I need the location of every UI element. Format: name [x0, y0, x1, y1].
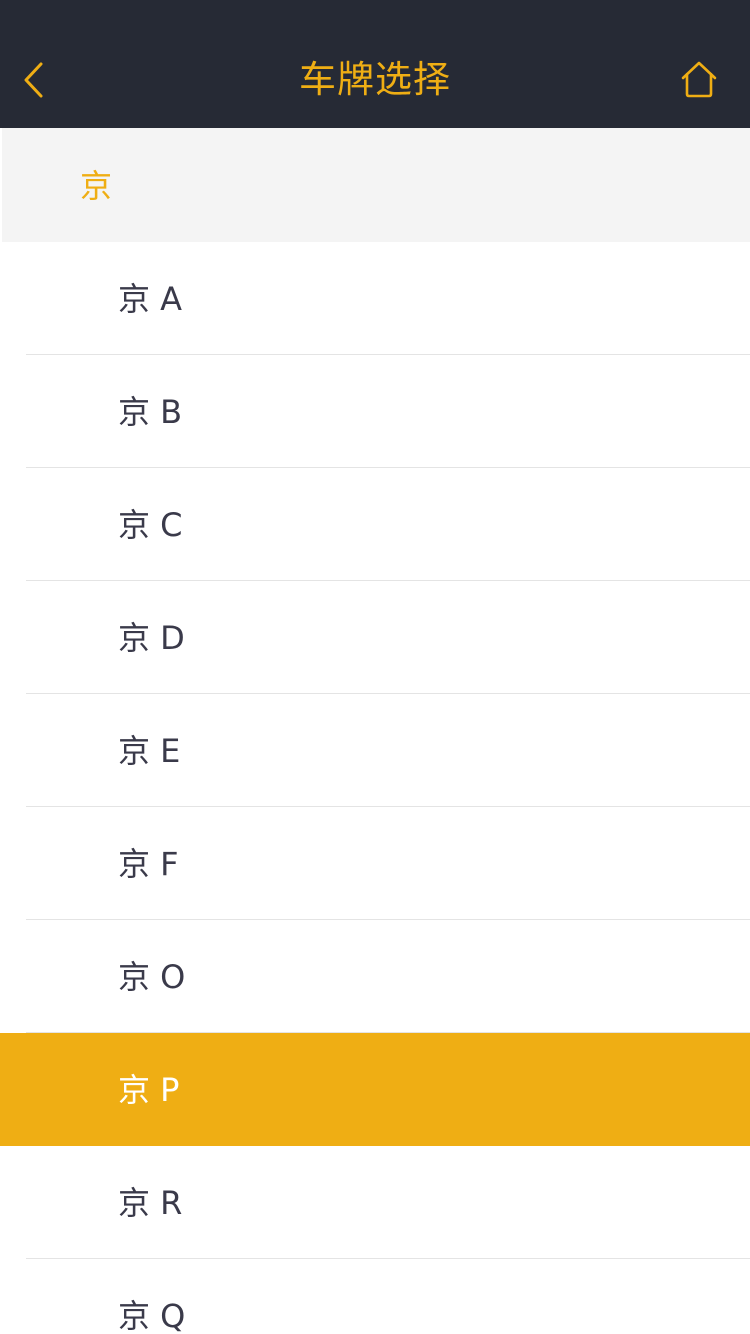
page-title: 车牌选择: [299, 58, 451, 101]
list-item[interactable]: 京 D: [0, 581, 750, 694]
province-group-header: 京: [2, 128, 750, 242]
list-item[interactable]: 京 O: [0, 920, 750, 1033]
list-item[interactable]: 京 B: [0, 355, 750, 468]
list-item-label: 京 F: [118, 844, 179, 883]
list-item[interactable]: 京 F: [0, 807, 750, 920]
list-item[interactable]: 京 R: [0, 1146, 750, 1259]
plate-selection-screen: 车牌选择 京 京 A 京 B 京 C 京 D 京 E 京 F 京 O 京 P 京…: [0, 0, 750, 1334]
home-button[interactable]: [672, 52, 726, 106]
list-item-label: 京 D: [118, 618, 185, 657]
list-item-label: 京 A: [118, 279, 183, 318]
province-group-label: 京: [80, 167, 113, 205]
list-item[interactable]: 京 A: [0, 242, 750, 355]
home-icon: [681, 61, 717, 98]
list-item-label: 京 Q: [118, 1296, 186, 1334]
list-item-label: 京 R: [118, 1183, 183, 1222]
plate-prefix-list: 京 A 京 B 京 C 京 D 京 E 京 F 京 O 京 P 京 R 京 Q: [0, 242, 750, 1334]
list-item-label: 京 E: [118, 731, 181, 770]
list-item-selected[interactable]: 京 P: [0, 1033, 750, 1146]
list-item[interactable]: 京 C: [0, 468, 750, 581]
list-item-label: 京 C: [118, 505, 183, 544]
list-item-label: 京 P: [118, 1070, 180, 1109]
list-item-label: 京 O: [118, 957, 186, 996]
list-item[interactable]: 京 E: [0, 694, 750, 807]
navigation-bar: 车牌选择: [0, 0, 750, 128]
list-item[interactable]: 京 Q: [0, 1259, 750, 1334]
list-item-label: 京 B: [118, 392, 183, 431]
